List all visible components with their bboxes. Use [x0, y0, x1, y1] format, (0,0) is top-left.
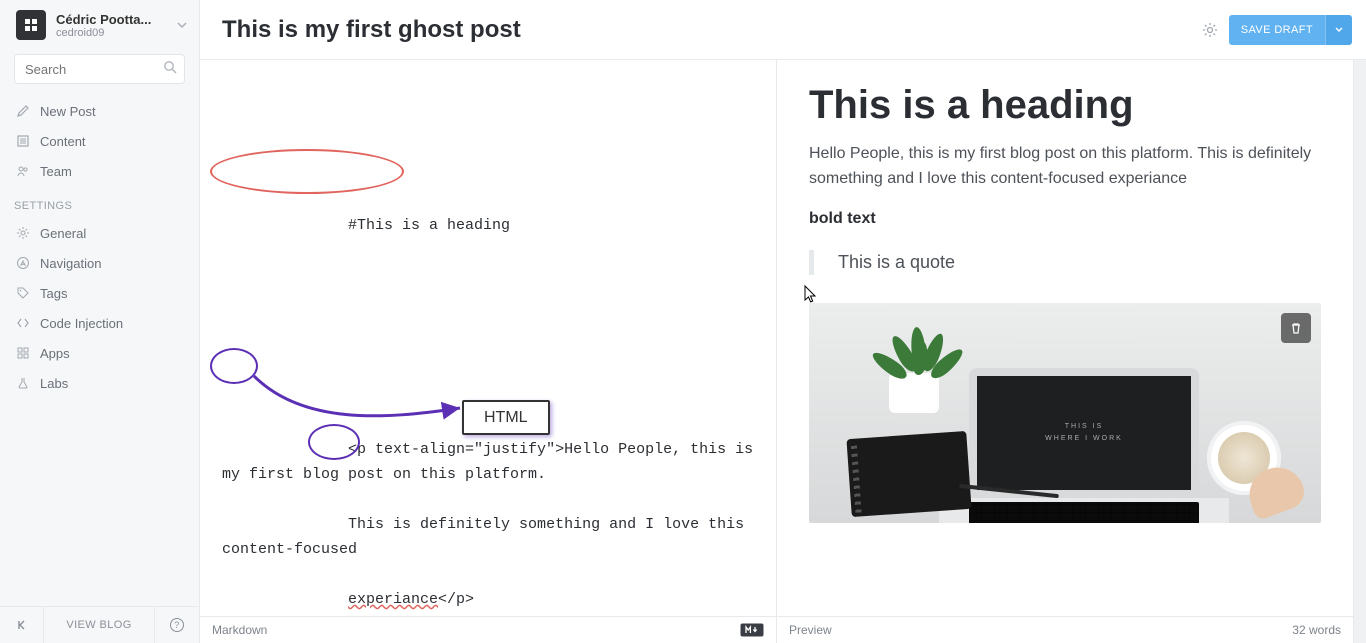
sidebar-item-label: Labs	[40, 376, 68, 391]
save-draft-split-button: SAVE DRAFT	[1229, 15, 1352, 45]
settings-label: SETTINGS	[0, 190, 199, 214]
sidebar-item-tags[interactable]: Tags	[0, 278, 199, 308]
view-blog-label: VIEW BLOG	[66, 619, 131, 631]
chevron-down-icon[interactable]	[175, 18, 189, 32]
pencil-icon	[14, 104, 32, 118]
save-dropdown-button[interactable]	[1325, 15, 1352, 45]
word-count: 32 words	[1292, 623, 1341, 637]
preview-heading: This is a heading	[809, 82, 1321, 128]
code-icon	[14, 316, 32, 330]
sidebar-item-apps[interactable]: Apps	[0, 338, 199, 368]
apps-icon	[14, 346, 32, 360]
sidebar-item-labs[interactable]: Labs	[0, 368, 199, 398]
sidebar-item-label: Team	[40, 164, 72, 179]
search-icon[interactable]	[163, 60, 177, 74]
sidebar-item-label: Apps	[40, 346, 70, 361]
help-button[interactable]: ?	[155, 607, 199, 643]
mouse-cursor-icon	[803, 284, 819, 304]
notebook-graphic	[846, 431, 971, 517]
callout-html: HTML	[462, 400, 550, 435]
sidebar-footer: VIEW BLOG ?	[0, 606, 199, 643]
editor-line-para2b: experiance	[348, 591, 438, 608]
sidebar-item-label: General	[40, 226, 86, 241]
sidebar: Cédric Pootta... cedroid09 New Post Cont…	[0, 0, 200, 643]
editor-line-para1: <p text-align="justify">Hello People, th…	[222, 441, 762, 483]
sidebar-item-label: New Post	[40, 104, 96, 119]
save-draft-button[interactable]: SAVE DRAFT	[1229, 15, 1325, 45]
title-bar: This is my first ghost post SAVE DRAFT	[200, 0, 1366, 60]
main: This is my first ghost post SAVE DRAFT	[200, 0, 1366, 643]
sidebar-search	[14, 54, 185, 84]
people-icon	[14, 164, 32, 178]
gear-icon	[14, 226, 32, 240]
sidebar-item-navigation[interactable]: Navigation	[0, 248, 199, 278]
scrollbar[interactable]	[1353, 60, 1366, 643]
post-settings-icon[interactable]	[1201, 21, 1219, 39]
delete-image-button[interactable]	[1281, 313, 1311, 343]
plant-graphic	[859, 313, 969, 423]
blog-logo	[16, 10, 46, 40]
nav-primary: New Post Content Team	[0, 92, 199, 190]
sidebar-item-team[interactable]: Team	[0, 156, 199, 186]
editor-line-para2: This is definitely something and I love …	[222, 516, 753, 558]
editor-mode-label: Markdown	[212, 623, 267, 637]
sidebar-item-label: Code Injection	[40, 316, 123, 331]
markdown-badge-icon[interactable]	[740, 623, 764, 637]
nav-settings: General Navigation Tags Code Injection A…	[0, 214, 199, 402]
editor-footer: Markdown	[200, 616, 776, 643]
sidebar-item-new-post[interactable]: New Post	[0, 96, 199, 126]
labs-icon	[14, 376, 32, 390]
post-title[interactable]: This is my first ghost post	[222, 16, 1201, 44]
sidebar-item-label: Content	[40, 134, 86, 149]
editor-line-heading: #This is a heading	[348, 217, 510, 234]
sidebar-item-general[interactable]: General	[0, 218, 199, 248]
collapse-sidebar-button[interactable]	[0, 607, 44, 643]
preview-quote: This is a quote	[809, 250, 1321, 275]
user-name: Cédric Pootta...	[56, 12, 175, 27]
sidebar-item-content[interactable]: Content	[0, 126, 199, 156]
preview-pane: This is a heading Hello People, this is …	[777, 60, 1353, 643]
user-handle: cedroid09	[56, 27, 175, 39]
editor-line-para2c: </p>	[438, 591, 474, 608]
sidebar-item-label: Tags	[40, 286, 67, 301]
tag-icon	[14, 286, 32, 300]
editor-body[interactable]: #This is a heading <p text-align="justif…	[200, 60, 776, 616]
preview-image: THIS IS WHERE I WORK	[809, 303, 1321, 523]
editor-pane: #This is a heading <p text-align="justif…	[200, 60, 777, 643]
user-header[interactable]: Cédric Pootta... cedroid09	[0, 0, 199, 48]
preview-bold: bold text	[809, 210, 1321, 228]
search-input[interactable]	[14, 54, 185, 84]
view-blog-button[interactable]: VIEW BLOG	[44, 607, 155, 643]
preview-mode-label: Preview	[789, 623, 832, 637]
preview-footer: Preview 32 words	[777, 616, 1353, 643]
preview-paragraph: Hello People, this is my first blog post…	[809, 142, 1321, 192]
laptop-graphic: THIS IS WHERE I WORK	[969, 368, 1229, 523]
sidebar-item-code-injection[interactable]: Code Injection	[0, 308, 199, 338]
compass-icon	[14, 256, 32, 270]
list-icon	[14, 134, 32, 148]
sidebar-item-label: Navigation	[40, 256, 101, 271]
svg-text:?: ?	[174, 620, 179, 630]
